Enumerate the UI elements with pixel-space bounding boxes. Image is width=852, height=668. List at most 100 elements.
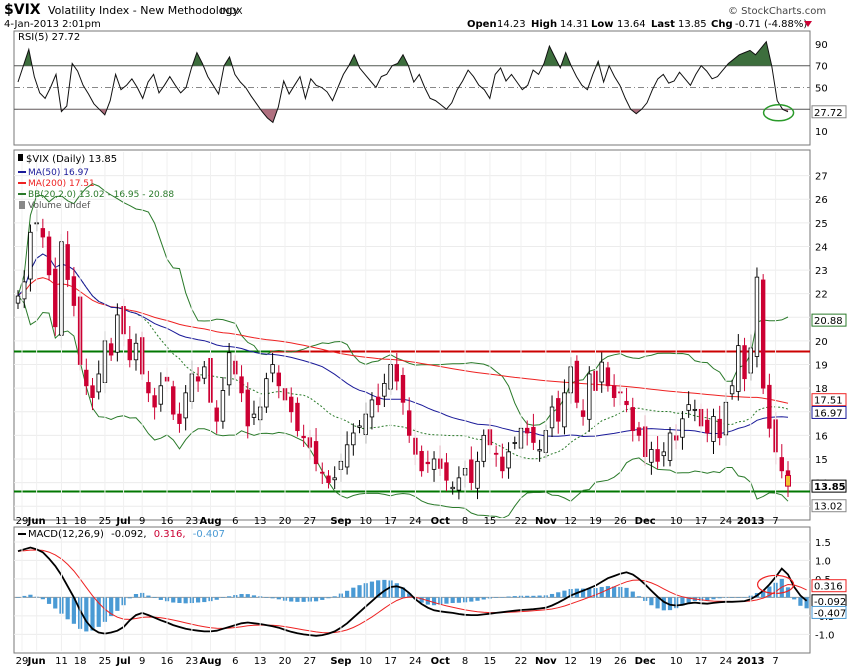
candle-body (450, 486, 455, 490)
macd-tick-label: -1.0 (815, 630, 835, 641)
macd-histogram-bar (649, 597, 654, 606)
macd-histogram-bar (736, 597, 741, 598)
candle-body (711, 416, 716, 442)
macd-histogram-bar (245, 594, 250, 598)
candle (481, 429, 486, 468)
macd-histogram-bar (152, 597, 157, 599)
candle-body (183, 392, 188, 419)
macd-histogram-bar (630, 591, 635, 598)
candle-body (444, 462, 449, 481)
candle-body (587, 373, 592, 420)
price-x-tick-label: 6 (232, 516, 238, 527)
price-tick-label: 27 (815, 172, 828, 183)
candle-body (264, 378, 269, 408)
macd-histogram-bar (469, 597, 474, 602)
candle-body (96, 373, 101, 393)
candle-body (624, 400, 629, 406)
stock-chart: $VIX Volatility Index - New Methodology … (4, 2, 847, 667)
macd-histogram-bar (612, 586, 617, 598)
candle-body (65, 244, 70, 280)
macd-x-tick-label: 17 (384, 656, 397, 667)
macd-histogram-bar (537, 595, 542, 598)
candle-body (46, 236, 52, 276)
candle-body (171, 386, 176, 415)
chg-label: Chg (711, 19, 733, 30)
macd-histogram-bar (345, 590, 350, 598)
candle-body (574, 360, 580, 403)
candle-body (375, 396, 381, 406)
candle-body (127, 339, 132, 361)
open-value: 14.23 (497, 19, 526, 30)
chart-header: $VIX Volatility Index - New Methodology … (4, 2, 826, 30)
low-label: Low (591, 19, 613, 30)
candle-body (500, 456, 505, 472)
candle-body (562, 392, 567, 428)
candle-body (152, 395, 157, 408)
macd-histogram-bar (133, 593, 139, 598)
macd-histogram-bar (481, 597, 486, 600)
price-x-tick-label: 19 (589, 516, 602, 527)
price-tick-label: 23 (815, 266, 828, 277)
price-x-tick-label: 27 (303, 516, 316, 527)
candle-body (84, 369, 89, 387)
copyright: © StockCharts.com (728, 6, 826, 17)
candle-body (276, 372, 282, 387)
macd-histogram-bar (251, 595, 257, 598)
ma200-tag-label: 17.51 (814, 396, 843, 407)
candle-body (301, 435, 306, 439)
candle-body (158, 385, 164, 405)
macd-histogram-bar (562, 590, 567, 598)
high-value: 14.31 (560, 19, 589, 30)
candle-body (419, 451, 424, 472)
macd-histogram-bar (276, 597, 281, 600)
candle-body (636, 427, 642, 436)
macd-histogram-bar (506, 596, 511, 598)
macd-histogram-bar (556, 592, 561, 598)
macd-x-tick-label: 12 (564, 656, 577, 667)
macd-x-tick-label: Sep (330, 656, 351, 667)
price-x-tick-label: Aug (199, 516, 221, 527)
macd-x-tick-label: 29 (16, 656, 29, 667)
rsi-tick-label: 50 (815, 84, 828, 95)
price-x-tick-label: 22 (515, 516, 528, 527)
candle-body (729, 385, 735, 395)
macd-histogram-bar (320, 597, 325, 600)
bb-legend-text: BB(20,2.0) 13.02 - 16.95 - 20.88 (28, 190, 174, 200)
macd-x-tick-label: 27 (303, 656, 316, 667)
candle-body (115, 314, 120, 353)
candle-body (313, 441, 319, 465)
macd-histogram-bar (475, 597, 480, 601)
macd-x-tick-label: 15 (484, 656, 497, 667)
candle-body (133, 342, 139, 361)
price-x-tick-label: 8 (462, 516, 468, 527)
candle-body (754, 276, 760, 357)
candle-body (475, 460, 480, 489)
last-price-tag-label: 13.85 (814, 482, 846, 493)
candle-body (655, 449, 660, 462)
macd-histogram-bar (115, 597, 120, 611)
high-label: High (531, 19, 557, 30)
candle (53, 257, 58, 336)
bb-lower-tag-label: 13.02 (814, 502, 843, 513)
candle-body (605, 367, 611, 387)
price-x-tick-label: 23 (186, 516, 199, 527)
macd-tick-label: 1.0 (815, 556, 831, 567)
candle-body (680, 418, 685, 438)
candle-body (611, 385, 617, 398)
price-panel (13, 149, 811, 521)
price-x-tick-label: 24 (720, 516, 733, 527)
svg-text:MACD(12,26,9) -0.092,: MACD(12,26,9) -0.092, 0.316, -0.407 (28, 529, 225, 540)
macd-x-tick-label: 6 (232, 656, 238, 667)
macd-histogram-bar (605, 586, 611, 598)
candle-body (326, 475, 331, 483)
rsi-last-value: 27.72 (814, 108, 843, 119)
price-x-tick-label: Nov (535, 516, 557, 527)
candle-body (692, 408, 698, 411)
macd-histogram-bar (711, 597, 716, 600)
candle-body (369, 399, 375, 418)
macd-x-tick-label: 19 (589, 656, 602, 667)
candle-body (512, 442, 517, 444)
price-tick-label: 24 (815, 242, 828, 253)
macd-histogram-bar (84, 597, 89, 632)
candle-body (649, 449, 654, 463)
